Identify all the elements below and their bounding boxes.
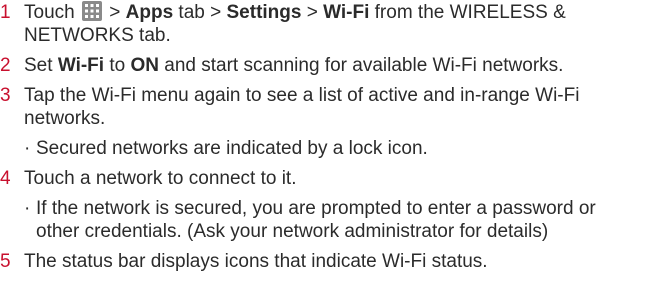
step-text-part: tab > <box>173 2 227 23</box>
step-text-part: Touch <box>24 2 80 23</box>
step-text-part: to <box>104 55 131 76</box>
step-text-part: and start scanning for available Wi-Fi n… <box>158 55 564 76</box>
step-number: 4 <box>0 168 11 189</box>
wifi-label: Wi-Fi <box>57 55 105 76</box>
step-text: networks. <box>24 108 106 129</box>
step-number: 5 <box>0 251 11 272</box>
instructions-page: 1 Touch > Apps tab > Settings > Wi-Fi fr… <box>0 0 664 281</box>
step-number: 1 <box>0 2 11 23</box>
bullet-text: Secured networks are indicated by a lock… <box>36 138 428 159</box>
step-text: Set Wi-Fi to ON and start scanning for a… <box>24 54 563 78</box>
apps-grid-icon <box>81 1 102 21</box>
step-text-part: > <box>301 2 324 23</box>
step-text-part: from the WIRELESS & <box>369 2 566 23</box>
bullet: · <box>24 198 31 219</box>
step-number: 3 <box>0 85 11 106</box>
wifi-label: Wi-Fi <box>323 2 370 23</box>
step-text: The status bar displays icons that indic… <box>24 251 488 272</box>
on-label: ON <box>130 55 159 76</box>
step-text-part: > <box>103 2 126 23</box>
settings-label: Settings <box>226 2 302 23</box>
step-text: NETWORKS tab. <box>24 25 171 46</box>
step-text: Touch a network to connect to it. <box>24 168 297 189</box>
bullet-text: If the network is secured, you are promp… <box>36 198 596 219</box>
step-number: 2 <box>0 55 11 76</box>
step-text: Tap the Wi-Fi menu again to see a list o… <box>24 85 580 106</box>
bullet: · <box>24 138 31 159</box>
step-text-part: Set <box>24 55 58 76</box>
bullet-text: other credentials. (Ask your network adm… <box>36 221 549 242</box>
apps-label: Apps <box>125 2 174 23</box>
step-text: Touch > Apps tab > Settings > Wi-Fi from… <box>24 1 566 25</box>
